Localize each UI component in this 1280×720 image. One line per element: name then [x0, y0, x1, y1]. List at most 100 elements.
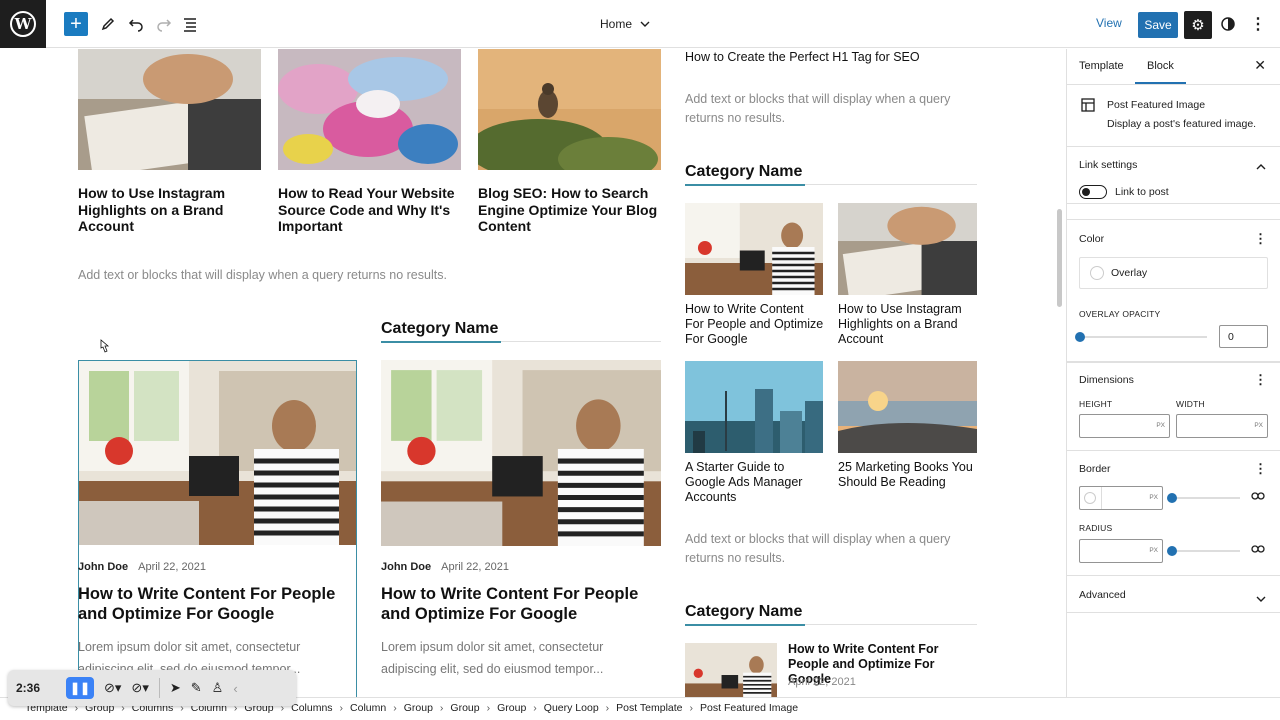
link-to-post-toggle[interactable]	[1079, 185, 1107, 199]
post-title[interactable]: A Starter Guide to Google Ads Manager Ac…	[685, 460, 825, 505]
category-heading[interactable]: Category Name	[381, 320, 498, 338]
post-thumbnail-image[interactable]	[838, 203, 977, 295]
advanced-panel-toggle[interactable]: Advanced	[1067, 576, 1280, 612]
post-title[interactable]: How to Write Content For People and Opti…	[78, 584, 348, 624]
pointer-tool-button[interactable]: ➤	[170, 680, 181, 696]
toggle-knob	[1082, 187, 1090, 196]
breadcrumb-item[interactable]: Group	[445, 702, 484, 714]
breadcrumb-item[interactable]: Post Featured Image	[695, 702, 803, 714]
pen-tool-button[interactable]: ✎	[191, 680, 202, 696]
collapse-toolbar-button[interactable]: ‹	[233, 681, 237, 696]
post-thumbnail-image[interactable]	[685, 361, 823, 453]
post-featured-image[interactable]	[79, 361, 356, 545]
dimensions-options-button[interactable]: ⋮	[1254, 372, 1267, 388]
colorful-abstract-image	[278, 49, 461, 170]
post-title[interactable]: How to Write Content For People and Opti…	[381, 584, 656, 624]
post-featured-image[interactable]	[381, 360, 661, 546]
undo-button[interactable]	[124, 12, 148, 36]
wordpress-logo-button[interactable]: W	[0, 0, 46, 48]
query-no-results-text[interactable]: Add text or blocks that will display whe…	[685, 530, 975, 568]
highlighter-tool-button[interactable]: ♙	[212, 680, 224, 696]
category-heading[interactable]: Category Name	[685, 603, 802, 621]
post-date: April 22, 2021	[138, 561, 207, 573]
advanced-panel-title: Advanced	[1079, 589, 1126, 601]
tab-block[interactable]: Block	[1135, 60, 1186, 84]
list-view-button[interactable]	[178, 12, 202, 36]
post-thumbnail-image[interactable]	[278, 49, 461, 170]
post-title[interactable]: How to Create the Perfect H1 Tag for SEO	[685, 50, 975, 65]
post-meta: John Doe April 22, 2021	[78, 561, 206, 573]
breadcrumb-item[interactable]: Post Template	[611, 702, 687, 714]
width-input[interactable]: PX	[1176, 414, 1268, 438]
post-thumbnail-image[interactable]	[838, 361, 977, 453]
border-color-swatch-icon[interactable]	[1084, 492, 1096, 504]
close-sidebar-button[interactable]: ✕	[1254, 57, 1266, 74]
styles-button[interactable]	[1216, 12, 1240, 36]
view-button[interactable]: View	[1096, 16, 1122, 30]
post-thumbnail-image[interactable]	[685, 643, 777, 697]
mic-off-button[interactable]: ⊘▾	[131, 680, 148, 696]
panel-title[interactable]: Link settings	[1079, 159, 1137, 171]
kebab-icon: ⋮	[1250, 16, 1266, 33]
border-options-button[interactable]: ⋮	[1254, 461, 1267, 477]
query-no-results-text[interactable]: Add text or blocks that will display whe…	[78, 266, 658, 285]
pause-recording-button[interactable]: ❚❚	[66, 677, 94, 699]
post-title[interactable]: How to Use Instagram Highlights on a Bra…	[838, 302, 978, 347]
link-icon	[1251, 492, 1265, 500]
woman-at-laptop-image	[79, 361, 356, 545]
divider	[158, 678, 160, 698]
query-no-results-text[interactable]: Add text or blocks that will display whe…	[685, 90, 975, 128]
border-width-input[interactable]: PX	[1079, 486, 1163, 510]
dimensions-panel-title: Dimensions	[1079, 374, 1134, 386]
color-options-button[interactable]: ⋮	[1254, 231, 1267, 247]
post-thumbnail-image[interactable]	[78, 49, 261, 170]
post-title[interactable]: How to Write Content For People and Opti…	[685, 302, 825, 347]
canvas-scrollbar[interactable]	[1057, 209, 1062, 307]
radius-input[interactable]: PX	[1079, 539, 1163, 563]
block-inserter-button[interactable]: +	[64, 12, 88, 36]
breadcrumb-separator-icon: ›	[533, 702, 537, 714]
post-title[interactable]: 25 Marketing Books You Should Be Reading	[838, 460, 978, 490]
breadcrumb-item[interactable]: Column	[345, 702, 391, 714]
border-width-slider[interactable]	[1172, 497, 1240, 499]
close-icon: ✕	[1254, 57, 1266, 73]
kebab-icon: ⋮	[1254, 231, 1267, 246]
tab-template[interactable]: Template	[1079, 60, 1124, 72]
camera-off-button[interactable]: ⊘▾	[104, 680, 121, 696]
post-title[interactable]: How to Read Your Website Source Code and…	[278, 185, 460, 235]
slider-handle[interactable]	[1075, 332, 1085, 342]
radius-slider[interactable]	[1172, 550, 1240, 552]
chevron-down-icon	[640, 17, 650, 31]
slider-handle[interactable]	[1167, 546, 1177, 556]
redo-button[interactable]	[152, 12, 176, 36]
overlay-opacity-input[interactable]: 0	[1219, 325, 1268, 348]
divider	[1067, 361, 1280, 362]
breadcrumb-item[interactable]: Group	[492, 702, 531, 714]
overlay-opacity-slider[interactable]	[1079, 336, 1207, 338]
height-input[interactable]: PX	[1079, 414, 1170, 438]
color-panel-title: Color	[1079, 233, 1105, 245]
post-title[interactable]: Blog SEO: How to Search Engine Optimize …	[478, 185, 660, 235]
document-title-dropdown[interactable]: Home	[600, 14, 690, 34]
category-divider	[685, 624, 977, 626]
post-author[interactable]: John Doe	[78, 561, 128, 573]
options-menu-button[interactable]: ⋮	[1246, 12, 1270, 36]
tools-button[interactable]	[96, 12, 120, 36]
settings-button[interactable]: ⚙	[1184, 11, 1212, 39]
editor-header: W + Home View Save ⚙ ⋮	[0, 0, 1280, 48]
category-divider	[381, 341, 661, 343]
overlay-color-button[interactable]: Overlay	[1079, 257, 1268, 289]
link-radius-button[interactable]	[1251, 543, 1265, 558]
post-thumbnail-image[interactable]	[478, 49, 661, 170]
save-button[interactable]: Save	[1138, 12, 1178, 38]
chevron-up-icon[interactable]	[1256, 158, 1266, 176]
post-title[interactable]: How to Use Instagram Highlights on a Bra…	[78, 185, 258, 235]
breadcrumb-item[interactable]: Query Loop	[539, 702, 604, 714]
breadcrumb-item[interactable]: Group	[399, 702, 438, 714]
post-author[interactable]: John Doe	[381, 561, 431, 573]
slider-handle[interactable]	[1167, 493, 1177, 503]
woman-at-laptop-image	[685, 203, 823, 295]
link-sides-button[interactable]	[1251, 490, 1265, 505]
category-heading[interactable]: Category Name	[685, 163, 802, 181]
post-thumbnail-image[interactable]	[685, 203, 823, 295]
